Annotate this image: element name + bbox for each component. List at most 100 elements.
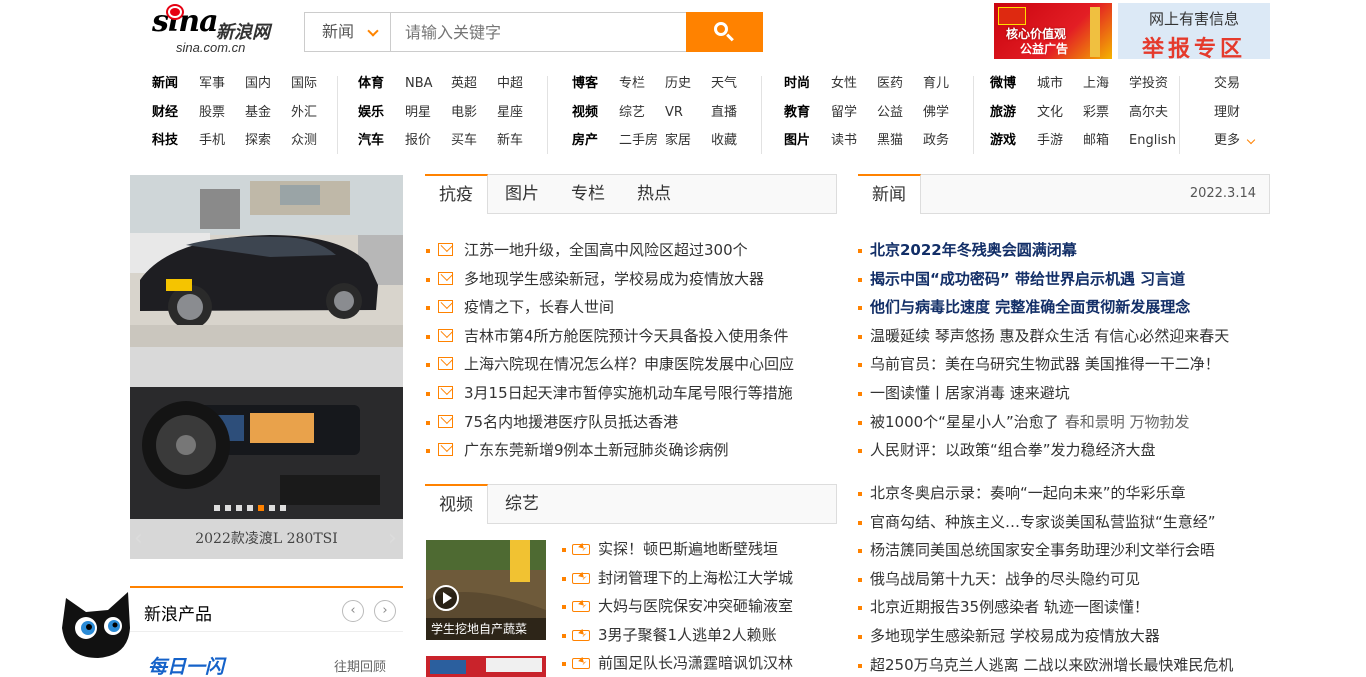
nav-channel-head[interactable]: 博客 [572,70,598,98]
nav-link[interactable]: 报价 [405,127,431,155]
headline-item[interactable]: 超250万乌克兰人逃离 二战以来欧洲增长最快难民危机 [858,651,1233,677]
tab-综艺[interactable]: 综艺 [491,485,553,523]
past-review-link[interactable]: 往期回顾 [334,656,386,675]
nav-link[interactable]: NBA [405,70,433,98]
video-thumbnail[interactable]: 学生挖地自产蔬菜 [426,540,546,640]
nav-channel-head[interactable]: 旅游 [990,99,1016,127]
nav-channel-head[interactable]: 教育 [784,99,810,127]
tab-图片[interactable]: 图片 [491,175,553,213]
nav-link[interactable]: 众测 [291,127,317,155]
nav-link[interactable]: 国际 [291,70,317,98]
list-item[interactable]: 3男子聚餐1人逃单2人赖账 [562,621,793,650]
slider-dot[interactable] [247,505,253,511]
slider-dot[interactable] [236,505,242,511]
nav-channel-head[interactable]: 图片 [784,127,810,155]
headline-item[interactable]: 乌前官员：美在乌研究生物武器 美国推得一干二净！ [858,350,1229,379]
headline-item[interactable]: 他们与病毒比速度 完整准确全面贯彻新发展理念 [858,293,1229,322]
nav-link[interactable]: 上海 [1083,70,1109,98]
nav-link[interactable]: 二手房 [619,127,658,155]
list-item[interactable]: 吉林市第4所方舱医院预计今天具备投入使用条件 [426,322,794,351]
headline-item[interactable]: 多地现学生感染新冠 学校易成为疫情放大器 [858,622,1233,651]
nav-channel-head[interactable]: 娱乐 [358,99,384,127]
nav-link[interactable]: 基金 [245,99,271,127]
headline-item[interactable]: 北京近期报告35例感染者 轨迹一图读懂！ [858,593,1233,622]
nav-channel-head[interactable]: 微博 [990,70,1016,98]
nav-link[interactable]: 手机 [199,127,225,155]
headline-item[interactable]: 被1000个“星星小人”治愈了 春和景明 万物勃发 [858,408,1229,437]
nav-link[interactable]: 医药 [877,70,903,98]
nav-channel-head[interactable]: 体育 [358,70,384,98]
headline-item[interactable]: 温暖延续 琴声悠扬 惠及群众生活 有信心必然迎来春天 [858,322,1229,351]
nav-link[interactable]: 直播 [711,99,737,127]
nav-link[interactable]: 高尔夫 [1129,99,1168,127]
search-input[interactable] [391,13,686,51]
nav-link[interactable]: 天气 [711,70,737,98]
tab-热点[interactable]: 热点 [623,175,685,213]
slider-caption[interactable]: 2022款凌渡L 280TSI [130,519,403,559]
sina-logo[interactable]: sina 新浪网 sina.com.cn [152,4,282,56]
nav-link[interactable]: 历史 [665,70,691,98]
search-button[interactable] [686,12,763,52]
list-item[interactable]: 75名内地援港医疗队员抵达香港 [426,408,794,437]
slider-dot[interactable] [225,505,231,511]
list-item[interactable]: 3月15日起天津市暂停实施机动车尾号限行等措施 [426,379,794,408]
nav-link[interactable]: 交易 [1214,70,1240,98]
cat-mascot-icon[interactable] [58,588,134,660]
headline-item[interactable]: 俄乌战局第十九天：战争的尽头隐约可见 [858,565,1233,594]
nav-link[interactable]: 探索 [245,127,271,155]
tab-news[interactable]: 新闻 [858,174,921,214]
headline-item[interactable]: 北京冬奥启示录：奏响“一起向未来”的华彩乐章 [858,479,1233,508]
slider-dot[interactable] [214,505,220,511]
nav-channel-head[interactable]: 房产 [572,127,598,155]
nav-link[interactable]: 电影 [451,99,477,127]
headline-item[interactable]: 揭示中国“成功密码” 带给世界启示机遇 习言道 [858,265,1229,294]
nav-channel-head[interactable]: 新闻 [152,70,178,98]
nav-link[interactable]: 专栏 [619,70,645,98]
list-item[interactable]: 江苏一地升级，全国高中风险区超过300个 [426,236,794,265]
nav-link[interactable]: 更多 [1214,127,1256,155]
nav-link[interactable]: 政务 [923,127,949,155]
tab-专栏[interactable]: 专栏 [557,175,619,213]
list-item[interactable]: 前国足队长冯潇霆暗讽饥汉林 [562,649,793,677]
headline-item[interactable]: 杨洁篪同美国总统国家安全事务助理沙利文举行会晤 [858,536,1233,565]
nav-link[interactable]: 黑猫 [877,127,903,155]
nav-link[interactable]: 文化 [1037,99,1063,127]
nav-link[interactable]: 外汇 [291,99,317,127]
list-item[interactable]: 封闭管理下的上海松江大学城 [562,564,793,593]
products-next-button[interactable]: › [374,600,396,622]
headline-item[interactable]: 北京2022年冬残奥会圆满闭幕 [858,236,1229,265]
nav-channel-head[interactable]: 汽车 [358,127,384,155]
tab-视频[interactable]: 视频 [425,484,488,524]
nav-channel-head[interactable]: 科技 [152,127,178,155]
headline-item[interactable]: 人民财评：以政策“组合拳”发力稳经济大盘 [858,436,1229,465]
tab-抗疫[interactable]: 抗疫 [425,174,488,214]
nav-link[interactable]: 女性 [831,70,857,98]
nav-link[interactable]: English [1129,127,1176,155]
slider-dot[interactable] [269,505,275,511]
nav-link[interactable]: 综艺 [619,99,645,127]
nav-link[interactable]: 星座 [497,99,523,127]
nav-link[interactable]: 佛学 [923,99,949,127]
headline-item[interactable]: 一图读懂丨居家消毒 速来避坑 [858,379,1229,408]
list-item[interactable]: 大妈与医院保安冲突砸输液室 [562,592,793,621]
nav-link[interactable]: 城市 [1037,70,1063,98]
nav-link[interactable]: 读书 [831,127,857,155]
car-slider[interactable]: ‹ › 2022款凌渡L 280TSI [130,175,403,559]
list-item[interactable]: 上海六院现在情况怎么样？申康医院发展中心回应 [426,350,794,379]
nav-link[interactable]: 理财 [1214,99,1240,127]
list-item[interactable]: 多地现学生感染新冠，学校易成为疫情放大器 [426,265,794,294]
nav-channel-head[interactable]: 财经 [152,99,178,127]
nav-link[interactable]: 买车 [451,127,477,155]
list-item[interactable]: 广东东莞新增9例本土新冠肺炎确诊病例 [426,436,794,465]
nav-channel-head[interactable]: 视频 [572,99,598,127]
headline-extra[interactable]: 春和景明 万物勃发 [1065,413,1190,431]
nav-link[interactable]: 邮箱 [1083,127,1109,155]
nav-link[interactable]: 中超 [497,70,523,98]
nav-link[interactable]: 收藏 [711,127,737,155]
nav-link[interactable]: 学投资 [1129,70,1168,98]
headline-item[interactable]: 官商勾结、种族主义…专家谈美国私营监狱“生意经” [858,508,1233,537]
nav-link[interactable]: 公益 [877,99,903,127]
report-zone-ad[interactable]: 网上有害信息 举报专区 [1118,3,1270,62]
slider-dot[interactable] [280,505,286,511]
nav-link[interactable]: 家居 [665,127,691,155]
